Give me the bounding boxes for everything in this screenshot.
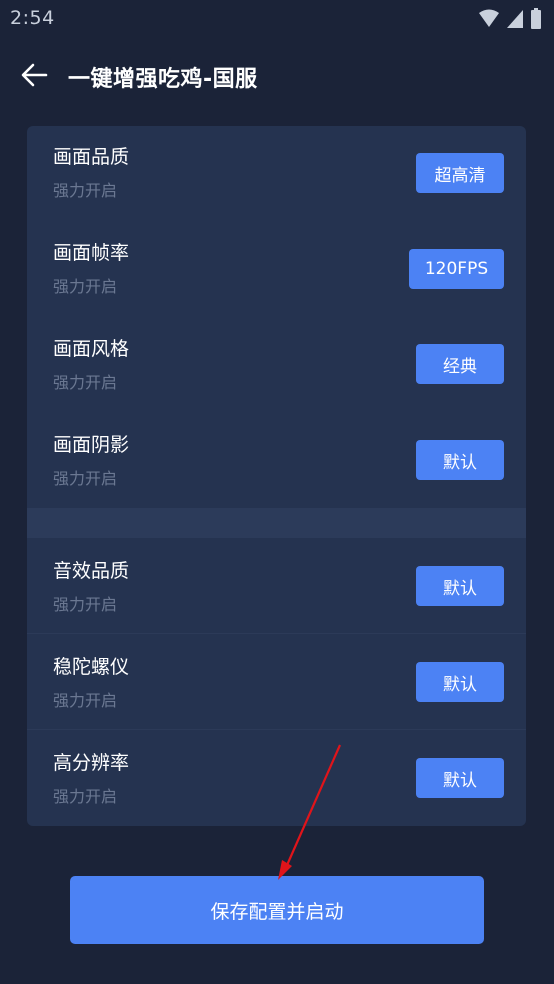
gyro-value-button[interactable]: 默认: [416, 662, 504, 702]
setting-subtitle: 强力开启: [53, 595, 118, 614]
settings-card-graphics: 画面品质 强力开启 超高清 画面帧率 强力开启 120FPS 画面风格 强力开启…: [27, 126, 526, 508]
status-bar: 2:54: [0, 0, 554, 38]
wifi-icon: [478, 9, 500, 29]
setting-subtitle: 强力开启: [53, 181, 118, 200]
battery-icon: [530, 8, 542, 30]
setting-row-resolution: 高分辨率 强力开启 默认: [27, 730, 526, 826]
setting-row-style: 画面风格 强力开启 经典: [27, 318, 526, 414]
setting-title: 画面品质: [53, 146, 130, 168]
setting-subtitle: 强力开启: [53, 787, 118, 806]
setting-title: 画面帧率: [53, 242, 130, 264]
framerate-value-button[interactable]: 120FPS: [409, 249, 504, 289]
setting-subtitle: 强力开启: [53, 691, 118, 710]
setting-title: 稳陀螺仪: [53, 656, 130, 678]
setting-row-framerate: 画面帧率 强力开启 120FPS: [27, 222, 526, 318]
setting-row-shadow: 画面阴影 强力开启 默认: [27, 414, 526, 510]
setting-title: 画面风格: [53, 338, 130, 360]
setting-row-quality: 画面品质 强力开启 超高清: [27, 126, 526, 222]
app-bar: 一键增强吃鸡-国服: [0, 52, 554, 100]
setting-subtitle: 强力开启: [53, 469, 118, 488]
setting-title: 高分辨率: [53, 752, 130, 774]
setting-subtitle: 强力开启: [53, 277, 118, 296]
style-value-button[interactable]: 经典: [416, 344, 504, 384]
resolution-value-button[interactable]: 默认: [416, 758, 504, 798]
save-and-launch-button[interactable]: 保存配置并启动: [70, 876, 484, 944]
arrow-left-icon: [21, 63, 48, 87]
shadow-value-button[interactable]: 默认: [416, 440, 504, 480]
setting-title: 画面阴影: [53, 434, 130, 456]
setting-row-audio: 音效品质 强力开启 默认: [27, 538, 526, 634]
status-icons: [478, 8, 542, 30]
back-button[interactable]: [18, 58, 52, 92]
audio-value-button[interactable]: 默认: [416, 566, 504, 606]
group-divider: [27, 508, 526, 538]
status-time: 2:54: [10, 7, 55, 29]
page-title: 一键增强吃鸡-国服: [68, 67, 258, 92]
quality-value-button[interactable]: 超高清: [416, 153, 504, 193]
setting-row-gyro: 稳陀螺仪 强力开启 默认: [27, 634, 526, 730]
settings-card-other: 音效品质 强力开启 默认 稳陀螺仪 强力开启 默认 高分辨率 强力开启 默认: [27, 538, 526, 826]
setting-subtitle: 强力开启: [53, 373, 118, 392]
setting-title: 音效品质: [53, 560, 130, 582]
cell-signal-icon: [506, 9, 524, 29]
